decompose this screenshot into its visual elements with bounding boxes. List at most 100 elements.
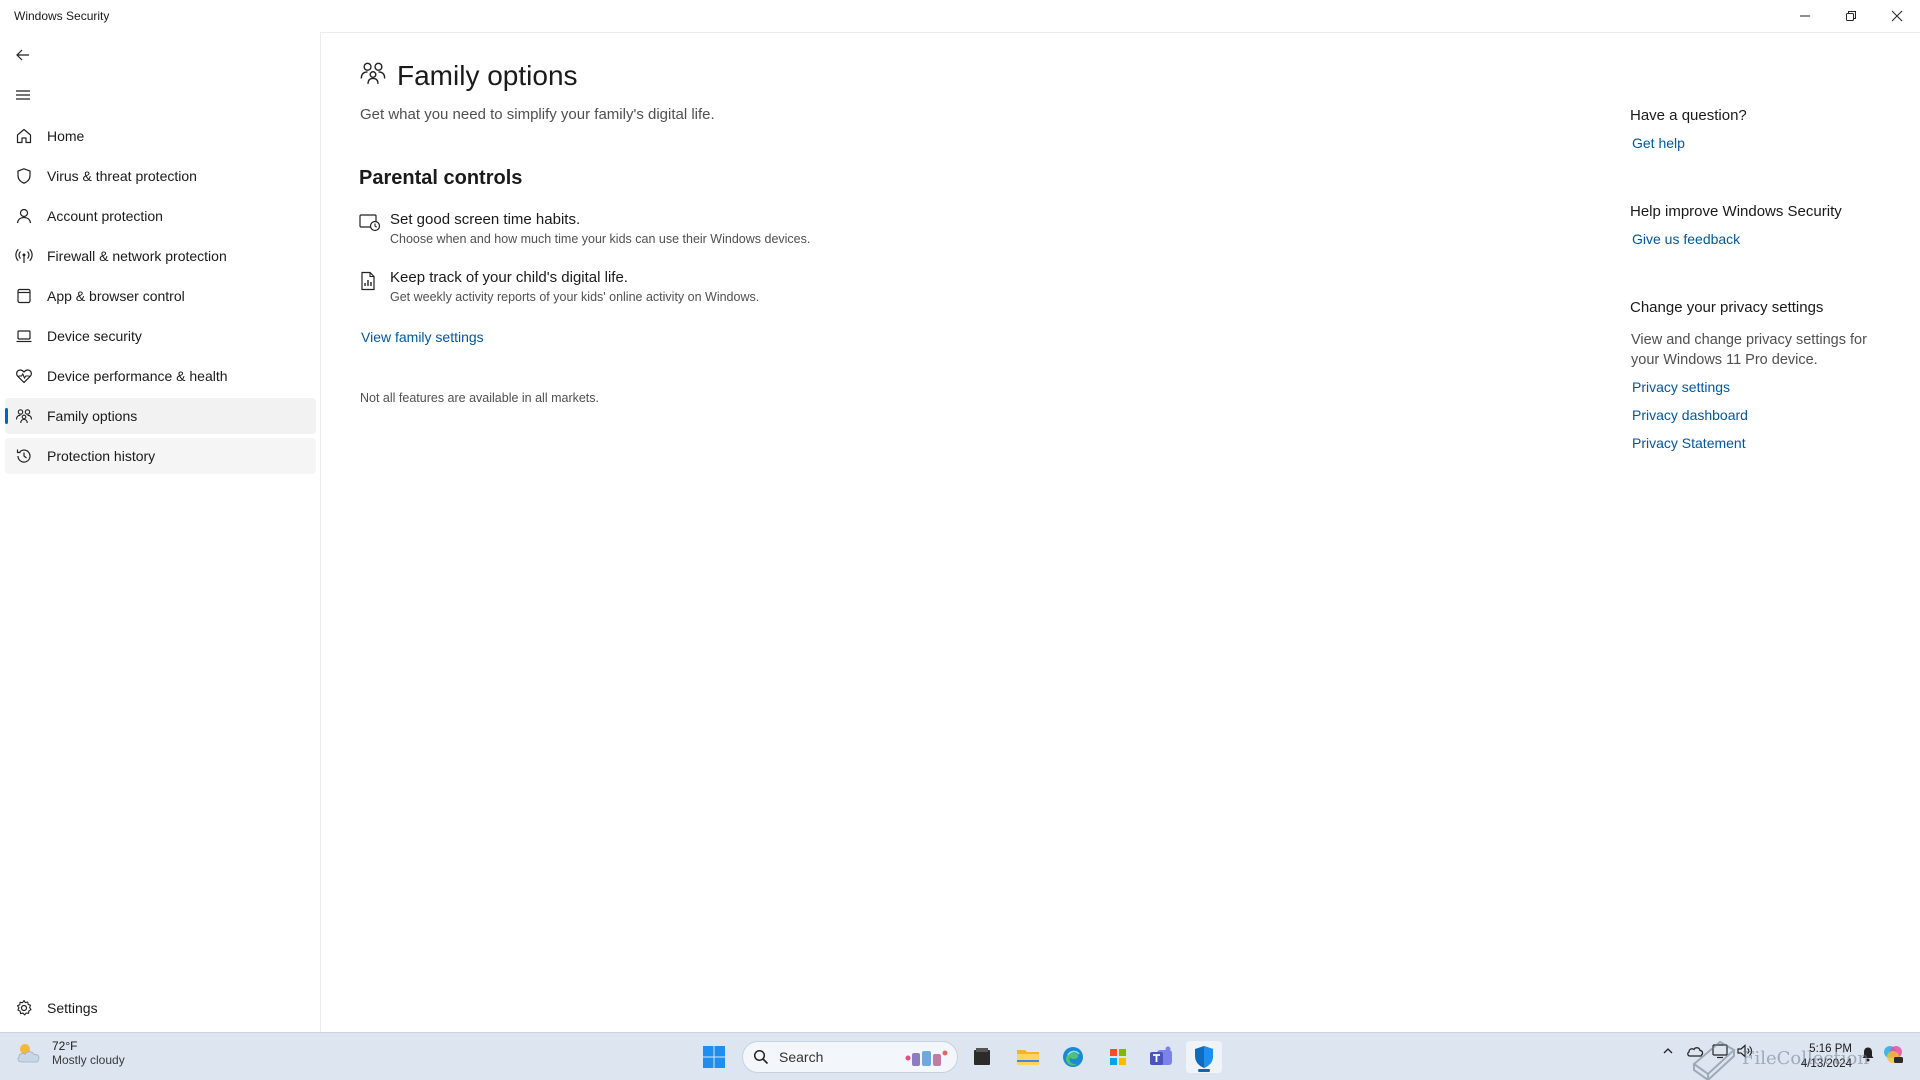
search-label: Search (779, 1049, 824, 1065)
sidebar-item-label: App & browser control (47, 288, 185, 304)
sidebar-item-account[interactable]: Account protection (5, 198, 316, 234)
onedrive-cloud-icon[interactable] (1686, 1044, 1712, 1058)
taskbar: 72°F Mostly cloudy Search 5:16 PM 4/13/2… (0, 1032, 1920, 1080)
windows-security-icon (1195, 1046, 1213, 1068)
sidebar-item-label: Home (47, 128, 85, 144)
family-icon (359, 59, 387, 92)
feature-description: Get weekly activity reports of your kids… (390, 290, 760, 304)
selection-indicator (5, 408, 8, 424)
sidebar-item-family-options[interactable]: Family options (5, 398, 316, 434)
hamburger-menu-icon (16, 90, 30, 100)
notification-bell-icon[interactable] (1860, 1046, 1882, 1062)
app-window-icon (5, 287, 43, 305)
menu-button[interactable] (8, 80, 38, 110)
chevron-up-icon[interactable] (1662, 1045, 1682, 1057)
view-family-settings-link[interactable]: View family settings (361, 329, 484, 345)
section-title: Parental controls (359, 167, 523, 189)
privacy-heading: Change your privacy settings (1630, 299, 1824, 316)
clock-date: 4/13/2024 (1800, 1058, 1852, 1070)
antenna-icon (5, 247, 43, 265)
restore-button[interactable] (1828, 0, 1874, 32)
taskbar-app-windows-security[interactable] (1186, 1041, 1222, 1073)
minimize-button[interactable] (1782, 0, 1828, 32)
sidebar-item-home[interactable]: Home (5, 118, 316, 154)
taskbar-app-file-manager[interactable] (964, 1041, 1000, 1073)
page-title: Family options (397, 59, 578, 91)
shield-icon (5, 167, 43, 185)
store-icon (1110, 1049, 1126, 1065)
heart-pulse-icon (5, 367, 43, 385)
sidebar-item-label: Firewall & network protection (47, 248, 227, 264)
help-improve-heading: Help improve Windows Security (1630, 203, 1842, 220)
person-icon (5, 207, 43, 225)
page-subtitle: Get what you need to simplify your famil… (360, 106, 715, 123)
title-bar: Windows Security (0, 0, 1920, 32)
sidebar-item-label: Account protection (47, 208, 163, 224)
have-question-heading: Have a question? (1630, 107, 1747, 124)
feature-description: Choose when and how much time your kids … (390, 232, 811, 246)
laptop-icon (5, 327, 43, 345)
clock[interactable]: 5:16 PM 4/13/2024 (1772, 1042, 1852, 1072)
running-indicator (1198, 1069, 1210, 1072)
cloudy-weather-icon (17, 1044, 40, 1063)
privacy-statement-link[interactable]: Privacy Statement (1632, 435, 1746, 451)
privacy-dashboard-link[interactable]: Privacy dashboard (1632, 407, 1748, 423)
sidebar-item-label: Protection history (47, 448, 156, 464)
give-feedback-link[interactable]: Give us feedback (1632, 231, 1740, 247)
feature-title: Keep track of your child's digital life. (390, 269, 628, 286)
taskbar-app-store[interactable] (1100, 1041, 1136, 1073)
sidebar-item-firewall[interactable]: Firewall & network protection (5, 238, 316, 274)
sidebar-item-label: Settings (47, 1000, 98, 1016)
sidebar-item-label: Virus & threat protection (47, 168, 197, 184)
edge-icon (1063, 1047, 1083, 1067)
taskbar-app-teams[interactable] (1143, 1041, 1179, 1073)
privacy-description: View and change privacy settings for you… (1631, 332, 1867, 368)
screen-time-icon (359, 213, 381, 238)
sidebar-item-label: Device security (47, 328, 142, 344)
minimize-icon (1800, 15, 1810, 17)
sidebar-item-label: Device performance & health (47, 368, 228, 384)
file-explorer-icon (1017, 1050, 1039, 1065)
page-header: Family options (359, 59, 578, 92)
file-manager-icon (974, 1048, 990, 1065)
get-help-link[interactable]: Get help (1632, 135, 1685, 151)
sidebar-item-label: Family options (47, 408, 138, 424)
availability-note: Not all features are available in all ma… (360, 391, 600, 405)
weather-temperature: 72°F (52, 1039, 78, 1053)
start-icon (703, 1046, 725, 1068)
window-title: Windows Security (14, 9, 110, 23)
search-highlight-icon (905, 1048, 949, 1068)
sidebar-item-device-security[interactable]: Device security (5, 318, 316, 354)
gear-icon (5, 999, 43, 1017)
volume-icon[interactable] (1736, 1043, 1758, 1059)
family-icon (5, 407, 43, 425)
search-icon (753, 1049, 769, 1065)
feature-title: Set good screen time habits. (390, 211, 581, 228)
sidebar-item-settings[interactable]: Settings (5, 990, 316, 1026)
sidebar: Home Virus & threat protection Account p… (0, 32, 320, 1032)
network-icon[interactable] (1712, 1043, 1736, 1059)
clock-time: 5:16 PM (1809, 1043, 1852, 1055)
restore-icon (1846, 11, 1856, 21)
history-icon (5, 447, 43, 465)
back-arrow-icon (16, 49, 29, 61)
home-icon (5, 127, 43, 145)
taskbar-app-edge[interactable] (1055, 1041, 1091, 1073)
notification-area (1860, 1043, 1906, 1065)
teams-icon (1150, 1046, 1172, 1065)
taskbar-app-file-explorer[interactable] (1010, 1041, 1046, 1073)
sidebar-item-virus-threat[interactable]: Virus & threat protection (5, 158, 316, 194)
close-button[interactable] (1874, 0, 1920, 32)
weather-widget[interactable]: 72°F Mostly cloudy (14, 1039, 125, 1067)
back-button[interactable] (8, 40, 38, 70)
copilot-icon[interactable] (1882, 1043, 1906, 1065)
weather-condition: Mostly cloudy (52, 1053, 125, 1067)
main-content: Family options Get what you need to simp… (321, 33, 1920, 1032)
sidebar-item-app-browser[interactable]: App & browser control (5, 278, 316, 314)
sidebar-item-device-performance[interactable]: Device performance & health (5, 358, 316, 394)
taskbar-search[interactable]: Search (742, 1041, 958, 1073)
sidebar-item-protection-history[interactable]: Protection history (5, 438, 316, 474)
activity-report-icon (359, 271, 381, 296)
privacy-settings-link[interactable]: Privacy settings (1632, 379, 1730, 395)
start-button[interactable] (702, 1045, 726, 1074)
